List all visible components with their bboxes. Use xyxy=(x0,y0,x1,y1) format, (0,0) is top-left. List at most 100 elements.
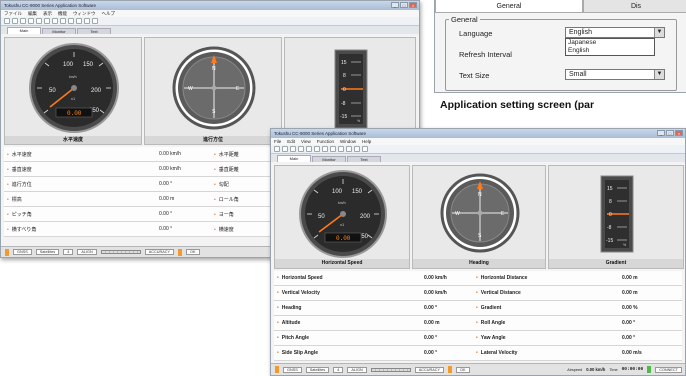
row-label-right: Lateral Velocity xyxy=(480,350,518,356)
text-size-select[interactable]: Small ▼ xyxy=(565,69,665,80)
menu-file[interactable]: ファイル xyxy=(4,10,22,17)
toolbar-play-icon[interactable] xyxy=(60,18,66,24)
menu-window[interactable]: Window xyxy=(340,138,356,145)
row-value: 0.00 xyxy=(424,335,434,341)
toolbar-help-icon[interactable] xyxy=(362,146,368,152)
status-connect[interactable]: CONNECT xyxy=(655,366,682,373)
speed-lcd-value: 0.00 xyxy=(67,110,82,117)
menu-edit[interactable]: Edit xyxy=(287,138,295,145)
heading-panel-caption: Heading xyxy=(413,259,545,268)
speed-unit: km/h xyxy=(338,201,346,205)
menu-view[interactable]: 表示 xyxy=(43,10,52,17)
toolbar-save-icon[interactable] xyxy=(290,146,296,152)
tab-text[interactable]: Text xyxy=(347,156,381,162)
toolbar-copy-icon[interactable] xyxy=(36,18,42,24)
minimize-button[interactable]: _ xyxy=(391,2,399,8)
status-speed-label: Airspeed xyxy=(567,367,583,372)
compass-n: N xyxy=(478,192,482,198)
tab-monitor[interactable]: Monitor xyxy=(42,28,76,34)
language-label: Language xyxy=(459,29,493,38)
toolbar-settings-icon[interactable] xyxy=(354,146,360,152)
menu-bar: File Edit View Function Window Help xyxy=(271,138,685,145)
toolbar-help-icon[interactable] xyxy=(92,18,98,24)
speed-tick-150: 150 xyxy=(352,189,363,195)
toolbar-stop-icon[interactable] xyxy=(68,18,74,24)
language-option-english[interactable]: English xyxy=(566,47,654,55)
tab-monitor[interactable]: Monitor xyxy=(312,156,346,162)
toolbar-record-icon[interactable] xyxy=(322,146,328,152)
row-unit: ° xyxy=(435,335,438,341)
menu-help[interactable]: Help xyxy=(362,138,371,145)
toolbar-zoom-icon[interactable] xyxy=(346,146,352,152)
tab-main[interactable]: Main xyxy=(277,155,311,162)
menu-bar: ファイル 編集 表示 機能 ウィンドウ ヘルプ xyxy=(1,10,419,17)
window-title: Tokushu CC-9000 Series Application Softw… xyxy=(4,3,97,8)
gnss-led-icon xyxy=(275,366,279,373)
toolbar-open-icon[interactable] xyxy=(282,146,288,152)
row-value-right: 0.00 xyxy=(622,290,632,296)
settings-tab-display[interactable]: Dis xyxy=(583,0,686,13)
menu-help[interactable]: ヘルプ xyxy=(102,10,116,17)
settings-tab-general[interactable]: General xyxy=(435,0,583,13)
refresh-interval-label: Refresh Interval xyxy=(459,50,512,59)
maximize-button[interactable]: □ xyxy=(400,2,408,8)
menu-edit[interactable]: 編集 xyxy=(28,10,37,17)
toolbar-new-icon[interactable] xyxy=(274,146,280,152)
row-label-right: 横速度 xyxy=(218,227,234,233)
toolbar-paste-icon[interactable] xyxy=(44,18,50,24)
speed-lcd-value: 0.00 xyxy=(336,235,351,242)
toolbar-save-icon[interactable] xyxy=(20,18,26,24)
toolbar-copy-icon[interactable] xyxy=(306,146,312,152)
tab-main[interactable]: Main xyxy=(7,27,41,34)
toolbar-cut-icon[interactable] xyxy=(298,146,304,152)
row-value-right: 0.00 xyxy=(622,335,632,341)
chevron-down-icon[interactable]: ▼ xyxy=(654,70,664,79)
row-label-right: Vertical Distance xyxy=(480,290,521,296)
menu-view[interactable]: View xyxy=(301,138,311,145)
row-unit-right: ° xyxy=(633,335,636,341)
view-tabs: Main Monitor Text xyxy=(1,26,419,34)
toolbar-paste-icon[interactable] xyxy=(314,146,320,152)
speed-tick-100: 100 xyxy=(332,189,343,195)
toolbar-play-icon[interactable] xyxy=(330,146,336,152)
tab-text[interactable]: Text xyxy=(77,28,111,34)
status-bar: GNSS Satellites 4 ALIGN ACCURACY OK Airs… xyxy=(271,363,685,375)
language-option-japanese[interactable]: Japanese xyxy=(566,39,654,47)
row-label-right: 勾配 xyxy=(218,182,229,188)
toolbar-record-icon[interactable] xyxy=(52,18,58,24)
window-titlebar: Tokushu CC-9000 Series Application Softw… xyxy=(1,1,419,10)
toolbar-new-icon[interactable] xyxy=(4,18,10,24)
chevron-down-icon[interactable]: ▼ xyxy=(654,28,664,37)
row-value: 0.00 xyxy=(424,275,434,281)
row-value: 0.00 xyxy=(424,290,434,296)
toolbar-cut-icon[interactable] xyxy=(28,18,34,24)
toolbar-settings-icon[interactable] xyxy=(84,18,90,24)
speed-tick-50: 50 xyxy=(49,88,56,94)
close-button[interactable]: × xyxy=(675,130,683,136)
row-label-right: Yaw Angle xyxy=(480,335,506,341)
accuracy-meter xyxy=(100,250,141,254)
close-button[interactable]: × xyxy=(409,2,417,8)
text-size-label: Text Size xyxy=(459,71,490,80)
gradient-tick-15: 15 xyxy=(341,60,347,66)
status-time-label: Time xyxy=(609,367,618,372)
menu-file[interactable]: File xyxy=(274,138,281,145)
row-unit: km/h xyxy=(170,151,181,157)
maximize-button[interactable]: □ xyxy=(666,130,674,136)
menu-function[interactable]: Function xyxy=(317,138,334,145)
row-label: Horizontal Speed xyxy=(281,275,323,281)
language-select[interactable]: English ▼ xyxy=(565,27,665,38)
window-titlebar: Tokushu CC-9000 Series Application Softw… xyxy=(271,129,685,138)
menu-window[interactable]: ウィンドウ xyxy=(73,10,96,17)
status-satellites: Satellites xyxy=(35,249,60,255)
status-accuracy: ACCURACY xyxy=(144,249,175,255)
toolbar-stop-icon[interactable] xyxy=(338,146,344,152)
toolbar-zoom-icon[interactable] xyxy=(76,18,82,24)
english-app-window: Tokushu CC-9000 Series Application Softw… xyxy=(270,128,686,376)
connect-led-icon xyxy=(647,366,652,373)
menu-function[interactable]: 機能 xyxy=(58,10,67,17)
row-label: 標高 xyxy=(11,197,22,203)
toolbar-open-icon[interactable] xyxy=(12,18,18,24)
ok-led-icon xyxy=(448,366,453,373)
minimize-button[interactable]: _ xyxy=(657,130,665,136)
